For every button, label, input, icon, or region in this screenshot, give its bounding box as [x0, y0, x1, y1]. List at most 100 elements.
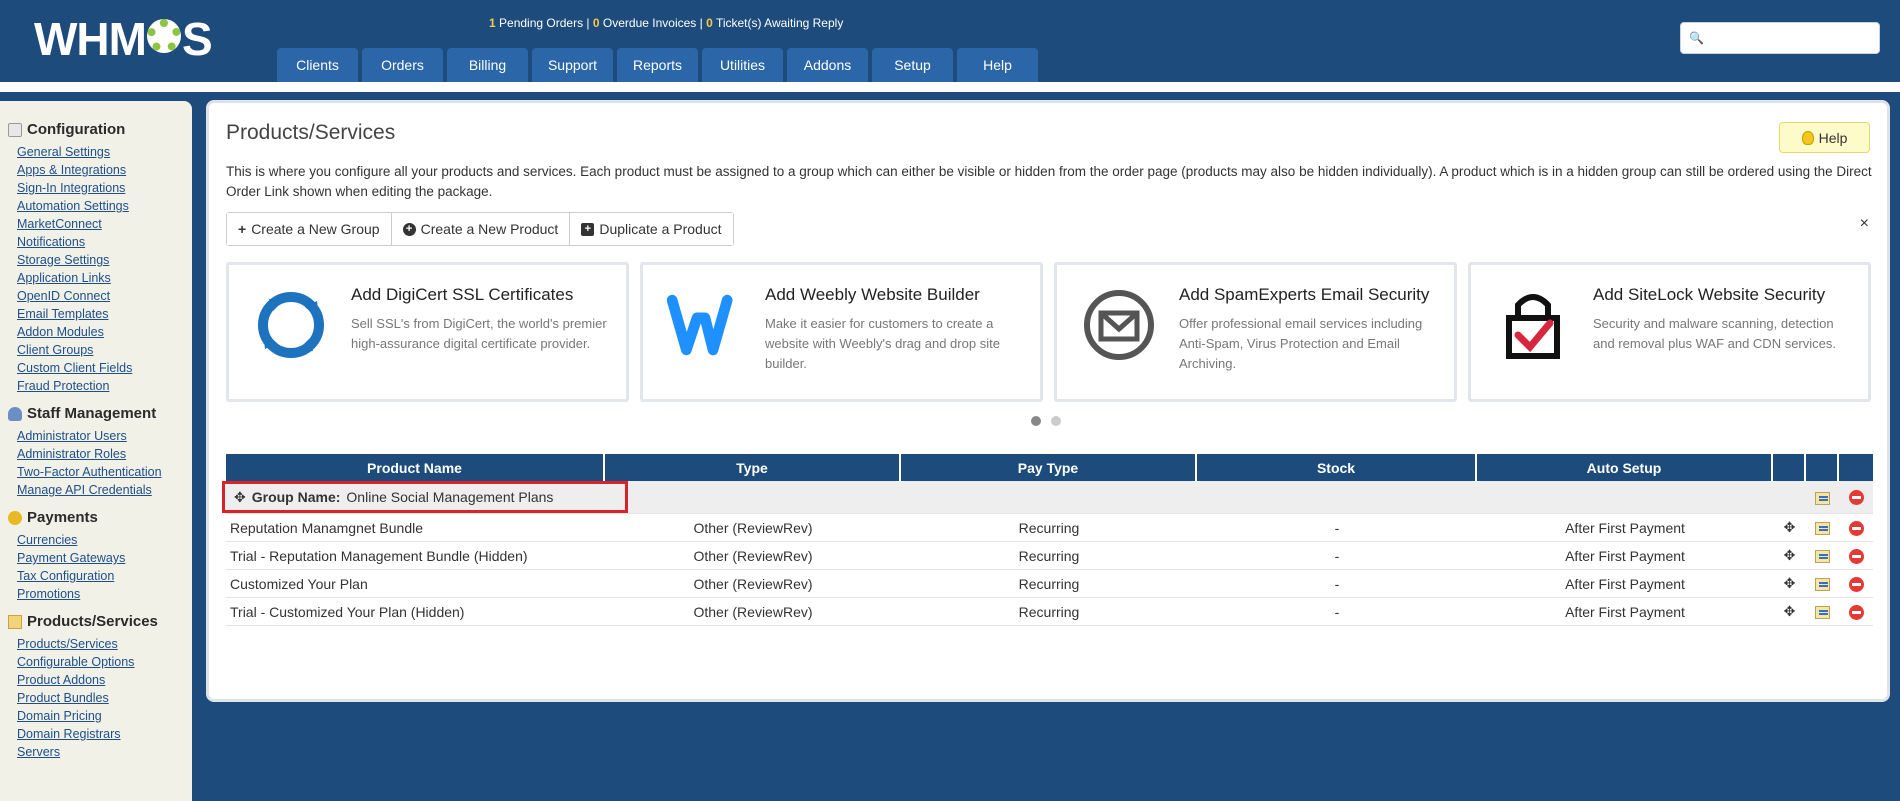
delete-icon[interactable]	[1848, 548, 1864, 564]
sidebar-link-tax-configuration[interactable]: Tax Configuration	[8, 567, 192, 585]
overdue-invoices-count[interactable]: 0	[593, 16, 600, 30]
sidebar-link-manage-api-credentials[interactable]: Manage API Credentials	[8, 481, 192, 499]
sidebar-link-email-templates[interactable]: Email Templates	[8, 305, 192, 323]
sidebar-link-general-settings[interactable]: General Settings	[8, 143, 192, 161]
duplicate-product-label: Duplicate a Product	[599, 221, 722, 237]
product-auto-setup-cell: After First Payment	[1477, 598, 1773, 626]
product-name-cell: Trial - Customized Your Plan (Hidden)	[226, 598, 605, 626]
sidebar-link-addon-modules[interactable]: Addon Modules	[8, 323, 192, 341]
edit-icon[interactable]	[1815, 491, 1830, 505]
create-product-button[interactable]: + Create a New Product	[391, 213, 571, 245]
search-box: 🔍	[1680, 22, 1880, 54]
nav-tab-support[interactable]: Support	[532, 48, 613, 82]
help-button-label: Help	[1818, 129, 1848, 146]
duplicate-product-button[interactable]: + Duplicate a Product	[570, 213, 733, 245]
delete-icon[interactable]	[1848, 520, 1864, 536]
sidebar-link-two-factor-authentication[interactable]: Two-Factor Authentication	[8, 463, 192, 481]
promo-card-title: Add DigiCert SSL Certificates	[351, 285, 574, 304]
sidebar-link-configurable-options[interactable]: Configurable Options	[8, 653, 192, 671]
overdue-invoices-label[interactable]: Overdue Invoices	[603, 16, 696, 30]
sidebar-link-application-links[interactable]: Application Links	[8, 269, 192, 287]
sidebar-link-notifications[interactable]: Notifications	[8, 233, 192, 251]
sidebar-link-administrator-users[interactable]: Administrator Users	[8, 427, 192, 445]
carousel-dot[interactable]	[1051, 416, 1061, 426]
column-header-stock[interactable]: Stock	[1197, 454, 1477, 481]
pending-orders-count[interactable]: 1	[489, 16, 496, 30]
move-icon[interactable]: ✥	[234, 489, 246, 506]
help-button[interactable]: Help	[1779, 122, 1870, 153]
carousel-dot[interactable]	[1031, 416, 1041, 426]
sidebar-link-fraud-protection[interactable]: Fraud Protection	[8, 377, 192, 395]
group-name-label: Group Name:	[251, 489, 341, 505]
sidebar-link-sign-in-integrations[interactable]: Sign-In Integrations	[8, 179, 192, 197]
weebly-logo-icon	[665, 285, 745, 365]
edit-icon[interactable]	[1815, 606, 1830, 620]
delete-icon[interactable]	[1848, 576, 1864, 592]
sidebar-section-payments: Payments Currencies Payment Gateways Tax…	[8, 509, 192, 603]
carousel-pagination	[1031, 416, 1061, 426]
sidebar-link-storage-settings[interactable]: Storage Settings	[8, 251, 192, 269]
nav-tab-utilities[interactable]: Utilities	[702, 48, 783, 82]
header-divider	[0, 82, 1900, 92]
sidebar-link-automation-settings[interactable]: Automation Settings	[8, 197, 192, 215]
move-icon[interactable]: ✥	[1784, 547, 1796, 563]
column-header-type[interactable]: Type	[605, 454, 901, 481]
nav-tab-reports[interactable]: Reports	[617, 48, 698, 82]
promo-card-digicert[interactable]: Add DigiCert SSL Certificates Sell SSL's…	[226, 262, 629, 402]
delete-icon[interactable]	[1848, 604, 1864, 620]
move-icon[interactable]: ✥	[1784, 519, 1796, 535]
sidebar-link-custom-client-fields[interactable]: Custom Client Fields	[8, 359, 192, 377]
create-group-button[interactable]: + Create a New Group	[227, 213, 392, 245]
sidebar-link-product-bundles[interactable]: Product Bundles	[8, 689, 192, 707]
close-promo-icon[interactable]: ×	[1860, 215, 1869, 233]
column-header-pay-type[interactable]: Pay Type	[901, 454, 1197, 481]
sidebar-link-promotions[interactable]: Promotions	[8, 585, 192, 603]
sidebar-link-client-groups[interactable]: Client Groups	[8, 341, 192, 359]
promo-card-sitelock[interactable]: Add SiteLock Website Security Security a…	[1468, 262, 1871, 402]
sidebar-link-marketconnect[interactable]: MarketConnect	[8, 215, 192, 233]
sidebar-section-label: Staff Management	[27, 405, 157, 422]
nav-tab-orders[interactable]: Orders	[362, 48, 443, 82]
sidebar-link-product-addons[interactable]: Product Addons	[8, 671, 192, 689]
sidebar-link-products-services[interactable]: Products/Services	[8, 635, 192, 653]
nav-tab-clients[interactable]: Clients	[277, 48, 358, 82]
nav-tab-help[interactable]: Help	[957, 48, 1038, 82]
sidebar-link-payment-gateways[interactable]: Payment Gateways	[8, 549, 192, 567]
table-row: Trial - Customized Your Plan (Hidden) Ot…	[226, 598, 1873, 626]
sidebar-section-title: Staff Management	[8, 405, 192, 422]
whmcs-logo[interactable]: WHM S	[34, 14, 213, 64]
column-header-delete	[1839, 454, 1873, 481]
product-stock-cell: -	[1197, 598, 1477, 626]
product-type-cell: Other (ReviewRev)	[605, 542, 901, 570]
action-button-group: + Create a New Group + Create a New Prod…	[226, 212, 734, 246]
column-header-product-name[interactable]: Product Name	[226, 454, 605, 481]
nav-tab-addons[interactable]: Addons	[787, 48, 868, 82]
tickets-label[interactable]: Ticket(s) Awaiting Reply	[716, 16, 843, 30]
tickets-count[interactable]: 0	[706, 16, 713, 30]
delete-icon[interactable]	[1848, 490, 1864, 506]
promo-card-text: Security and malware scanning, detection…	[1593, 316, 1836, 351]
sidebar-link-apps-integrations[interactable]: Apps & Integrations	[8, 161, 192, 179]
search-input[interactable]	[1707, 30, 1878, 46]
sidebar-link-domain-registrars[interactable]: Domain Registrars	[8, 725, 192, 743]
nav-tab-setup[interactable]: Setup	[872, 48, 953, 82]
promo-card-title: Add Weebly Website Builder	[765, 285, 980, 304]
promo-card-spamexperts[interactable]: Add SpamExperts Email Security Offer pro…	[1054, 262, 1457, 402]
sidebar-link-servers[interactable]: Servers	[8, 743, 192, 761]
table-row: Trial - Reputation Management Bundle (Hi…	[226, 542, 1873, 570]
sidebar-link-administrator-roles[interactable]: Administrator Roles	[8, 445, 192, 463]
column-header-auto-setup[interactable]: Auto Setup	[1477, 454, 1773, 481]
edit-icon[interactable]	[1815, 550, 1830, 564]
pending-orders-label[interactable]: Pending Orders	[499, 16, 583, 30]
sidebar-section-label: Configuration	[27, 121, 126, 138]
nav-tab-billing[interactable]: Billing	[447, 48, 528, 82]
promo-card-weebly[interactable]: Add Weebly Website Builder Make it easie…	[640, 262, 1043, 402]
sidebar-link-openid-connect[interactable]: OpenID Connect	[8, 287, 192, 305]
product-auto-setup-cell: After First Payment	[1477, 570, 1773, 598]
move-icon[interactable]: ✥	[1784, 603, 1796, 619]
sidebar-link-domain-pricing[interactable]: Domain Pricing	[8, 707, 192, 725]
edit-icon[interactable]	[1815, 522, 1830, 536]
edit-icon[interactable]	[1815, 578, 1830, 592]
sidebar-link-currencies[interactable]: Currencies	[8, 531, 192, 549]
move-icon[interactable]: ✥	[1784, 575, 1796, 591]
